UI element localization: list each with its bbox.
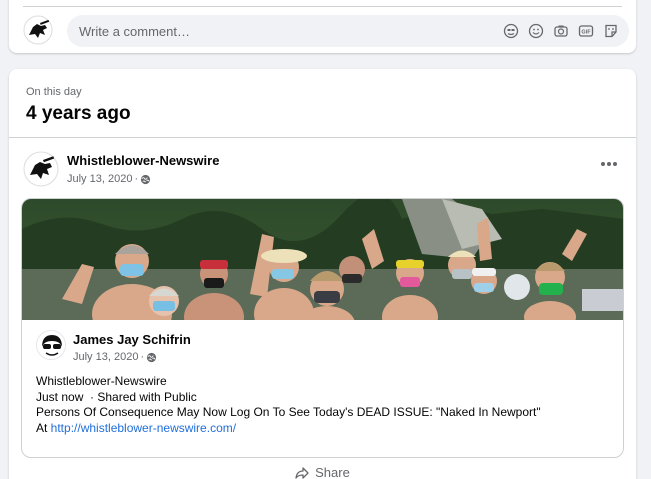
shared-line-status: Just now · Shared with Public <box>36 389 197 404</box>
meta-separator: · <box>134 173 139 185</box>
post-meta: July 13, 2020 · <box>67 173 151 185</box>
divider <box>23 6 622 7</box>
comment-input[interactable] <box>67 15 447 47</box>
meta-separator: · <box>140 351 145 363</box>
divider <box>9 137 636 138</box>
page-avatar[interactable] <box>23 151 59 187</box>
soldier-logo-icon <box>23 15 53 45</box>
previous-post-card: GIF <box>9 0 636 53</box>
more-options-button[interactable] <box>598 157 620 171</box>
shared-line-headline: Persons Of Consequence May Now Log On To… <box>36 405 541 419</box>
shared-author-avatar[interactable] <box>36 330 66 360</box>
share-arrow-icon <box>295 466 309 479</box>
globe-icon <box>141 174 151 184</box>
post-photo[interactable] <box>22 199 624 320</box>
memory-card: On this day 4 years ago Whistleblower-Ne… <box>9 69 636 479</box>
shared-post-text: Whistleblower-Newswire Just now · Shared… <box>36 374 621 436</box>
link-prefix: At <box>36 420 51 435</box>
post-author[interactable]: Whistleblower-Newswire <box>67 153 219 168</box>
memory-label: On this day <box>26 86 82 98</box>
shared-line-source: Whistleblower-Newswire <box>36 374 167 388</box>
gif-icon[interactable]: GIF <box>576 21 596 41</box>
comment-tools: GIF <box>501 21 621 41</box>
shared-post[interactable]: James Jay Schifrin July 13, 2020 · Whist… <box>21 198 624 458</box>
shared-meta: July 13, 2020 · <box>73 351 157 363</box>
comment-box: GIF <box>67 15 629 47</box>
user-avatar[interactable] <box>23 15 53 45</box>
svg-text:GIF: GIF <box>581 30 591 36</box>
dot-icon <box>607 162 611 166</box>
memory-title: 4 years ago <box>26 103 131 124</box>
share-label: Share <box>315 465 350 479</box>
website-link[interactable]: http://whistleblower-newswire.com/ <box>51 421 236 435</box>
shared-date[interactable]: July 13, 2020 <box>73 351 138 363</box>
dot-icon <box>601 162 605 166</box>
shared-author-name[interactable]: James Jay Schifrin <box>73 332 191 347</box>
camera-icon[interactable] <box>551 21 571 41</box>
share-button[interactable]: Share <box>9 465 636 479</box>
sticker-icon[interactable] <box>601 21 621 41</box>
dot-icon <box>613 162 617 166</box>
post-date[interactable]: July 13, 2020 <box>67 173 132 185</box>
sunglasses-avatar-icon <box>37 331 65 359</box>
soldier-logo-icon <box>23 151 59 187</box>
shared-line-link-row: At http://whistleblower-newswire.com/ <box>36 421 621 437</box>
emoji-icon[interactable] <box>526 21 546 41</box>
avatar-sticker-icon[interactable] <box>501 21 521 41</box>
globe-icon <box>147 352 157 362</box>
